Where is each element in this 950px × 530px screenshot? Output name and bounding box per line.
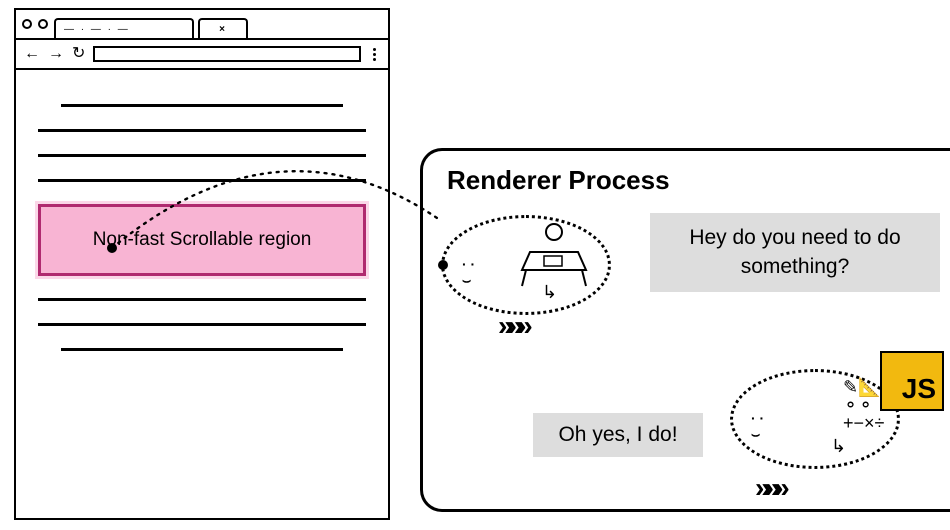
motion-chevrons-icon: »»» (755, 472, 784, 504)
speech-bubble: Hey do you need to do something? (650, 213, 940, 292)
compositor-thread-icon: · ·⌣ ↳ »»» (441, 215, 611, 315)
browser-tabbar: — · — · — × (16, 10, 388, 40)
face-icon: · ·⌣ (462, 256, 475, 289)
content-line (38, 154, 366, 157)
content-line (38, 298, 366, 301)
event-entry-dot-icon (438, 260, 448, 270)
browser-tab-close[interactable]: × (198, 18, 248, 38)
js-badge: JS (880, 351, 944, 411)
region-label: Non-fast Scrollable region (93, 229, 312, 250)
browser-toolbar: ← → ↻ (16, 40, 388, 70)
tab-label: — · — · — (64, 24, 130, 35)
js-label: JS (902, 373, 936, 405)
kebab-menu-icon[interactable] (369, 48, 380, 61)
bubble-text: Oh yes, I do! (558, 423, 677, 446)
content-line (38, 179, 366, 182)
reload-icon[interactable]: ↻ (72, 46, 85, 62)
page-viewport: Non-fast Scrollable region (16, 70, 388, 385)
bubble-text: Hey do you need to do something? (689, 226, 900, 278)
content-line (38, 323, 366, 326)
browser-tab-active[interactable]: — · — · — (54, 18, 194, 38)
forward-icon[interactable]: → (48, 46, 64, 62)
non-fast-scrollable-region: Non-fast Scrollable region (38, 204, 366, 276)
renderer-process-box: Renderer Process · ·⌣ ↳ »»» Hey do you n… (420, 148, 950, 512)
window-control-icon (38, 19, 48, 29)
speech-bubble: Oh yes, I do! (533, 413, 703, 457)
close-icon: × (219, 24, 227, 35)
content-line (61, 348, 343, 351)
content-line (61, 104, 343, 107)
window-control-icon (22, 19, 32, 29)
main-thread-icon: · ·⌣ ↳ »»» ✎📐 ⚬⚬ +−×÷ (730, 369, 900, 469)
motion-chevrons-icon: »»» (498, 310, 527, 342)
url-bar[interactable] (93, 46, 361, 62)
desk-icon (520, 234, 592, 290)
face-icon: · ·⌣ (751, 410, 764, 443)
back-icon[interactable]: ← (24, 46, 40, 62)
browser-window: — · — · — × ← → ↻ Non-fast Scrollable re… (14, 8, 390, 520)
renderer-title: Renderer Process (447, 165, 940, 196)
content-line (38, 129, 366, 132)
